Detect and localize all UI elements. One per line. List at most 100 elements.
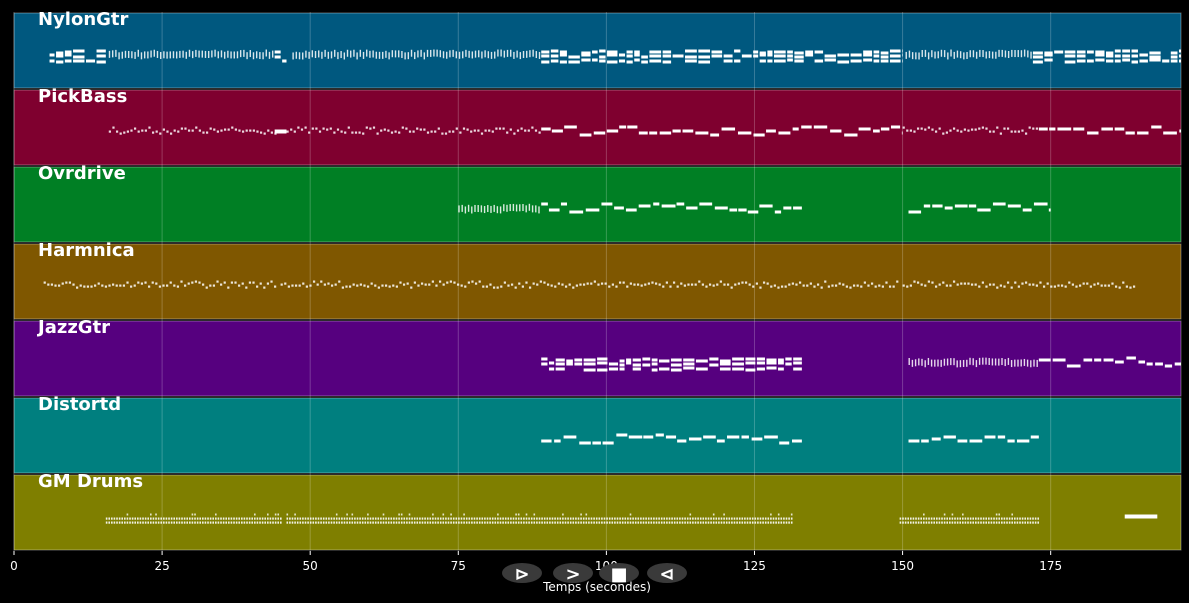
- note: [806, 284, 809, 287]
- note: [238, 284, 241, 287]
- note: [359, 283, 362, 286]
- note: [911, 359, 914, 367]
- note: [512, 203, 515, 211]
- note: [216, 280, 219, 283]
- note: [194, 280, 198, 283]
- note: [1036, 359, 1038, 367]
- note: [814, 50, 824, 54]
- note: [213, 128, 216, 131]
- note: [711, 50, 723, 54]
- note: [361, 517, 364, 520]
- note: [506, 131, 509, 134]
- note: [482, 285, 485, 288]
- note: [1104, 284, 1107, 287]
- note: [725, 517, 728, 520]
- note: [590, 517, 593, 520]
- play-outline-button[interactable]: ⊳: [502, 563, 542, 585]
- note: [195, 126, 198, 129]
- note: [395, 285, 398, 288]
- note: [598, 517, 601, 520]
- note: [952, 280, 956, 283]
- note: [173, 129, 176, 132]
- note: [456, 283, 460, 286]
- note: [380, 521, 382, 524]
- note: [795, 283, 798, 286]
- note: [466, 128, 469, 131]
- note: [649, 131, 658, 135]
- rewind-button[interactable]: ⊲: [647, 563, 687, 585]
- note: [719, 367, 731, 371]
- note: [615, 285, 618, 288]
- note: [956, 283, 959, 286]
- note: [1016, 521, 1019, 524]
- note: [176, 517, 178, 520]
- note: [999, 284, 1002, 287]
- note: [1149, 55, 1161, 59]
- note: [400, 513, 403, 516]
- note: [698, 55, 711, 59]
- note: [1064, 285, 1067, 288]
- note: [309, 284, 312, 287]
- note: [147, 521, 150, 524]
- note: [50, 283, 54, 286]
- note: [931, 50, 933, 58]
- note: [343, 521, 346, 524]
- note: [723, 283, 726, 286]
- note: [325, 517, 328, 520]
- note: [699, 202, 713, 206]
- note: [793, 357, 802, 361]
- note: [1017, 130, 1020, 133]
- note: [685, 55, 697, 59]
- note: [611, 283, 614, 286]
- note: [741, 435, 749, 439]
- note: [930, 521, 933, 524]
- note: [977, 208, 991, 212]
- note: [694, 521, 697, 524]
- note: [385, 50, 387, 58]
- note: [234, 128, 237, 131]
- note: [531, 205, 534, 213]
- note: [312, 521, 315, 524]
- note: [480, 132, 484, 135]
- play-outline-icon: ⊳: [514, 564, 529, 585]
- note: [1007, 204, 1021, 208]
- note: [618, 281, 622, 284]
- note: [650, 521, 653, 524]
- note: [426, 131, 430, 134]
- note: [653, 521, 655, 524]
- note: [308, 131, 311, 134]
- note: [541, 202, 548, 206]
- note: [733, 517, 736, 520]
- note: [805, 50, 814, 54]
- note: [380, 129, 383, 132]
- note: [452, 521, 455, 524]
- note: [498, 127, 502, 130]
- note: [217, 51, 219, 59]
- note: [698, 49, 711, 53]
- note: [463, 521, 465, 524]
- note: [597, 283, 600, 286]
- note: [901, 131, 903, 135]
- note: [1021, 517, 1024, 520]
- note: [1026, 359, 1029, 367]
- note: [485, 285, 488, 288]
- note: [478, 521, 481, 524]
- note: [927, 126, 930, 129]
- note: [201, 50, 203, 58]
- note: [156, 50, 159, 58]
- note: [690, 283, 694, 286]
- note: [709, 363, 719, 367]
- note: [1076, 59, 1086, 63]
- note: [710, 133, 720, 137]
- note: [395, 517, 398, 520]
- note: [741, 281, 744, 284]
- note: [481, 517, 484, 520]
- note: [520, 521, 523, 524]
- note: [731, 517, 733, 520]
- note: [1131, 54, 1138, 58]
- note: [1003, 285, 1006, 288]
- note: [235, 517, 238, 520]
- note: [352, 283, 355, 286]
- note: [938, 517, 941, 520]
- note: [585, 517, 588, 520]
